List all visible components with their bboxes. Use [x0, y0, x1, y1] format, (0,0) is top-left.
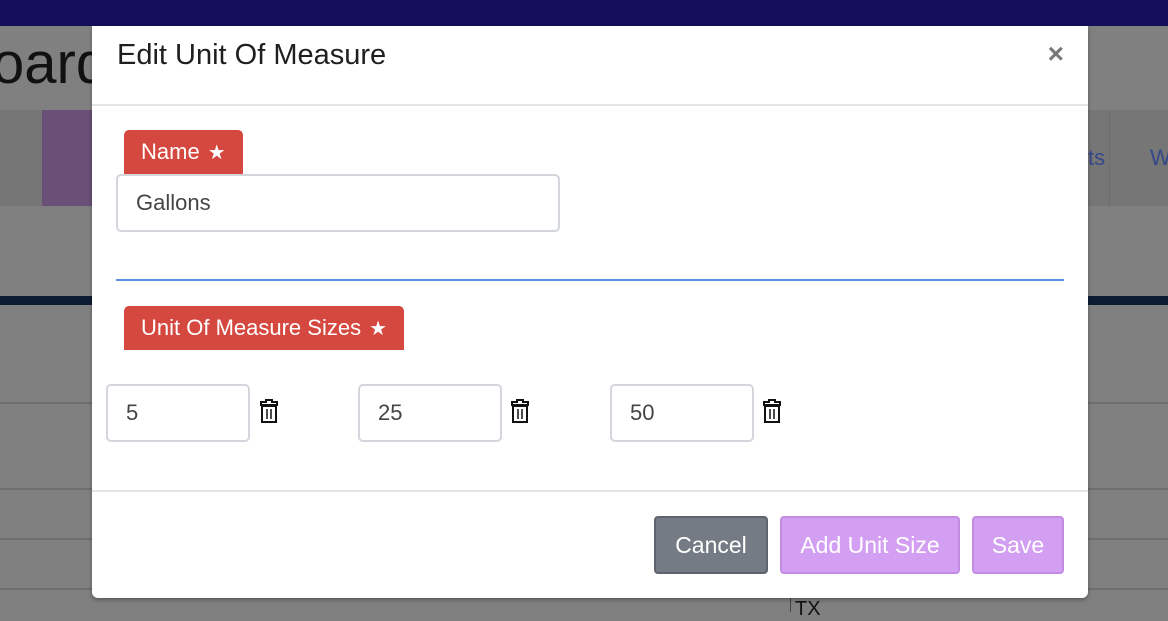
sizes-label-text: Unit Of Measure Sizes [141, 315, 362, 340]
top-navbar [0, 0, 1168, 26]
name-label: Name ★ [124, 130, 243, 174]
background-active-tab [42, 110, 94, 206]
trash-icon[interactable] [762, 398, 782, 424]
add-unit-size-button[interactable]: Add Unit Size [780, 516, 960, 574]
divider [92, 490, 1088, 492]
name-label-text: Name [141, 139, 200, 164]
star-icon: ★ [369, 318, 388, 340]
close-icon[interactable]: × [1048, 38, 1064, 70]
background-cell: TX [795, 598, 821, 620]
name-input[interactable]: Gallons [116, 174, 560, 232]
star-icon: ★ [207, 142, 226, 164]
trash-icon[interactable] [259, 398, 279, 424]
size-input[interactable]: 25 [358, 384, 502, 442]
modal-title: Edit Unit Of Measure [117, 39, 387, 71]
background-nav-link: W [1150, 145, 1168, 170]
edit-unit-modal: Edit Unit Of Measure × Name ★ Gallons Uni… [92, 26, 1088, 598]
sizes-label: Unit Of Measure Sizes ★ [124, 306, 405, 350]
trash-icon[interactable] [510, 398, 530, 424]
divider [116, 279, 1064, 281]
save-button[interactable]: Save [972, 516, 1064, 574]
cancel-button[interactable]: Cancel [654, 516, 768, 574]
divider [92, 104, 1088, 106]
size-input[interactable]: 50 [610, 384, 754, 442]
size-input[interactable]: 5 [106, 384, 250, 442]
background-nav-link: ts [1088, 145, 1106, 170]
divider [790, 598, 791, 612]
divider [1109, 110, 1110, 206]
